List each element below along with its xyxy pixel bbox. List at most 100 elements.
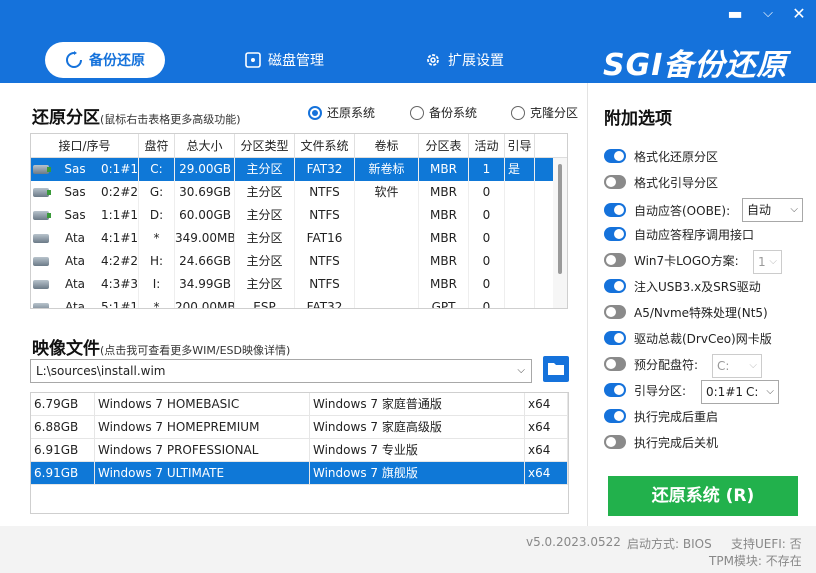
table-cell: 6.91GB — [31, 439, 95, 461]
option-item[interactable]: 自动应答(OOBE): — [604, 200, 730, 220]
table-cell: 新卷标 — [355, 158, 419, 181]
table-cell: C: — [139, 158, 175, 181]
table-row[interactable]: Ata 4:2#2 H: 24.66GB 主分区 NTFS MBR 0 — [31, 250, 567, 273]
table-cell: FAT32 — [295, 158, 355, 181]
scroll-thumb[interactable] — [558, 164, 562, 274]
table-cell — [505, 250, 535, 273]
option-item[interactable]: 注入USB3.x及SRS驱动 — [604, 276, 761, 296]
boot-partition-select[interactable]: 0:1#1 C: ⌵ — [701, 380, 779, 404]
table-row[interactable]: Sas 1:1#1 D: 60.00GB 主分区 NTFS MBR 0 — [31, 204, 567, 227]
radio-restore-system[interactable]: 还原系统 — [308, 104, 375, 121]
interface-cell: Ata 4:1#1 — [31, 227, 139, 250]
oobe-select[interactable]: 自动 ⌵ — [742, 198, 803, 222]
col-header[interactable]: 引导 — [505, 134, 535, 157]
col-header[interactable]: 卷标 — [355, 134, 419, 157]
close-button[interactable]: ✕ — [787, 4, 811, 24]
table-cell: x64 — [525, 393, 568, 415]
option-item[interactable]: A5/Nvme特殊处理(Nt5) — [604, 302, 768, 322]
interface-cell: Ata 4:2#2 — [31, 250, 139, 273]
option-label: 驱动总裁(DrvCeo)网卡版 — [634, 331, 772, 346]
table-cell: MBR — [419, 158, 469, 181]
table-cell: 是 — [505, 158, 535, 181]
option-item[interactable]: 自动应答程序调用接口 — [604, 224, 754, 244]
table-cell — [505, 204, 535, 227]
header-bar: ▬ ⌵ ✕ 备份还原 磁盘管理 扩展设置 SGI备份还原 — [0, 0, 816, 83]
toggle-switch[interactable] — [604, 149, 626, 163]
toggle-switch[interactable] — [604, 253, 626, 267]
toggle-switch[interactable] — [604, 435, 626, 449]
table-row[interactable]: Ata 4:1#1 * 349.00MB 主分区 FAT16 MBR 0 — [31, 227, 567, 250]
toggle-switch[interactable] — [604, 203, 626, 217]
option-label: 格式化还原分区 — [634, 149, 719, 164]
partition-hint[interactable]: (鼠标右击表格更多高级功能) — [100, 113, 241, 126]
col-header[interactable]: 盘符 — [139, 134, 175, 157]
option-item[interactable]: 执行完成后重启 — [604, 406, 718, 426]
col-header[interactable]: 分区表 — [419, 134, 469, 157]
image-table[interactable]: 6.79GB Windows 7 HOMEBASIC Windows 7 家庭普通版… — [30, 392, 569, 514]
image-row[interactable]: 6.91GB Windows 7 ULTIMATE Windows 7 旗舰版 x64 — [31, 462, 568, 485]
option-item[interactable]: Win7卡LOGO方案: — [604, 250, 739, 270]
restore-system-button[interactable]: 还原系统 (R) — [608, 476, 798, 516]
col-header[interactable]: 接口/序号 — [31, 134, 139, 157]
table-cell: MBR — [419, 227, 469, 250]
toggle-switch[interactable] — [604, 227, 626, 241]
col-header[interactable]: 文件系统 — [295, 134, 355, 157]
table-cell: 30.69GB — [175, 181, 235, 204]
radio-dot — [410, 105, 424, 120]
table-cell: 1 — [469, 158, 505, 181]
table-row[interactable]: Ata 5:1#1 * 200.00MB ESP FAT32 GPT 0 — [31, 296, 567, 308]
browse-folder-button[interactable] — [543, 356, 569, 382]
menu-button[interactable]: ⌵ — [756, 4, 780, 24]
toggle-switch[interactable] — [604, 175, 626, 189]
col-header[interactable]: 分区类型 — [235, 134, 295, 157]
table-cell: 349.00MB — [175, 227, 235, 250]
tab-backup-restore[interactable]: 备份还原 — [45, 42, 165, 78]
table-row[interactable]: Sas 0:1#1 C: 29.00GB 主分区 FAT32 新卷标 MBR 1 是 — [31, 158, 567, 181]
partition-scrollbar[interactable] — [553, 158, 567, 308]
toggle-switch[interactable] — [604, 409, 626, 423]
tab-disk-management[interactable]: 磁盘管理 — [244, 42, 324, 78]
table-cell: x64 — [525, 416, 568, 438]
table-row[interactable]: Ata 4:3#3 I: 34.99GB 主分区 NTFS MBR 0 — [31, 273, 567, 296]
table-cell: 6.88GB — [31, 416, 95, 438]
table-cell: Windows 7 PROFESSIONAL — [95, 439, 310, 461]
toggle-switch[interactable] — [604, 279, 626, 293]
option-item[interactable]: 驱动总裁(DrvCeo)网卡版 — [604, 328, 772, 348]
option-item[interactable]: 格式化引导分区 — [604, 172, 718, 192]
predrive-select[interactable]: C: ⌵ — [712, 354, 762, 378]
image-row[interactable]: 6.91GB Windows 7 PROFESSIONAL Windows 7 专业… — [31, 439, 568, 462]
tab-label: 备份还原 — [89, 53, 145, 69]
minimize-button[interactable]: ▬ — [723, 4, 747, 24]
table-row[interactable]: Sas 0:2#2 G: 30.69GB 主分区 NTFS 软件 MBR 0 — [31, 181, 567, 204]
radio-backup-system[interactable]: 备份系统 — [410, 104, 477, 121]
col-header[interactable]: 活动 — [469, 134, 505, 157]
option-item[interactable]: 格式化还原分区 — [604, 146, 718, 166]
logo-scheme-select[interactable]: 1 ⌵ — [753, 250, 782, 274]
option-item[interactable]: 执行完成后关机 — [604, 432, 718, 452]
toggle-switch[interactable] — [604, 383, 626, 397]
interface-cell: Sas 0:2#2 — [31, 181, 139, 204]
toggle-switch[interactable] — [604, 357, 626, 371]
restore-icon — [66, 51, 82, 68]
option-item[interactable]: 预分配盘符: — [604, 354, 698, 374]
option-item[interactable]: 引导分区: — [604, 380, 686, 400]
image-path-combo[interactable]: L:\sources\install.wim ⌵ — [30, 359, 532, 383]
table-header: 接口/序号 盘符 总大小 分区类型 文件系统 卷标 分区表 活动 引导 — [31, 134, 567, 158]
table-cell: Windows 7 HOMEBASIC — [95, 393, 310, 415]
table-cell: * — [139, 296, 175, 308]
table-cell: 0 — [469, 181, 505, 204]
radio-clone-partition[interactable]: 克隆分区 — [511, 104, 578, 121]
table-cell: 主分区 — [235, 273, 295, 296]
tpm-text: TPM模块: 不存在 — [709, 554, 802, 568]
tab-extended-settings[interactable]: 扩展设置 — [424, 42, 504, 78]
table-cell: 主分区 — [235, 250, 295, 273]
toggle-switch[interactable] — [604, 331, 626, 345]
image-row[interactable]: 6.88GB Windows 7 HOMEPREMIUM Windows 7 家庭高… — [31, 416, 568, 439]
partition-table[interactable]: 接口/序号 盘符 总大小 分区类型 文件系统 卷标 分区表 活动 引导 Sas 0… — [30, 133, 568, 309]
toggle-switch[interactable] — [604, 305, 626, 319]
image-hint[interactable]: (点击我可查看更多WIM/ESD映像详情) — [100, 344, 290, 357]
table-cell: x64 — [525, 462, 568, 484]
col-header[interactable]: 总大小 — [175, 134, 235, 157]
table-cell: 0 — [469, 273, 505, 296]
image-row[interactable]: 6.79GB Windows 7 HOMEBASIC Windows 7 家庭普通版… — [31, 393, 568, 416]
